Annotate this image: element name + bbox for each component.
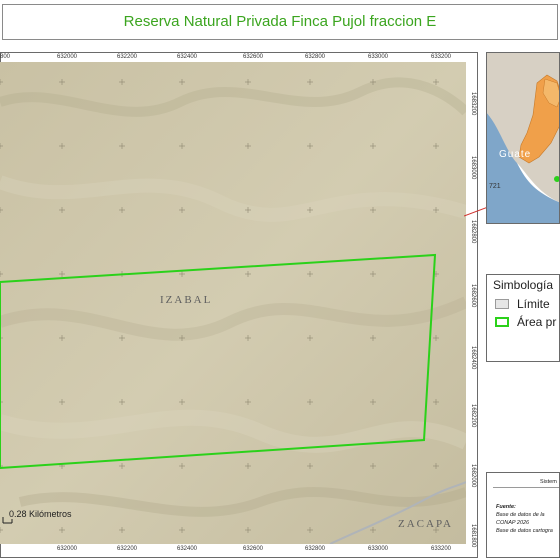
label-zacapa: ZACAPA: [398, 518, 453, 530]
y-tick-right: 1682000: [470, 464, 476, 488]
y-tick-right: 1683000: [470, 156, 476, 180]
legend-title: Simbología: [493, 278, 554, 292]
x-tick-top: 633000: [368, 54, 389, 60]
legend-item-label: Área pr: [517, 315, 557, 329]
x-tick-top: 632400: [177, 54, 198, 60]
inset-label-721: 721: [489, 183, 501, 190]
map-title: Reserva Natural Privada Finca Pujol frac…: [123, 12, 437, 30]
map-canvas[interactable]: IZABAL ZACAPA: [0, 62, 466, 544]
info-divider: [493, 487, 559, 488]
terrain-background: [0, 62, 466, 544]
y-tick-right: 1682400: [470, 346, 476, 370]
x-tick-bottom: 632400: [177, 546, 198, 552]
legend-item-area: Área pr: [495, 315, 556, 329]
x-tick-top: 633200: [431, 54, 452, 60]
info-line: Fuente:: [496, 504, 516, 510]
x-tick-bottom: 633200: [431, 546, 452, 552]
area-swatch: [495, 317, 509, 327]
x-tick-top-partial: 800: [0, 54, 11, 60]
x-tick-top: 632000: [57, 54, 78, 60]
info-line: Base de datos de la: [496, 512, 545, 518]
y-tick-right: 1683200: [470, 92, 476, 116]
inset-map[interactable]: Guate 721: [486, 52, 560, 224]
inset-graphic: [487, 53, 559, 223]
x-tick-top: 632600: [243, 54, 264, 60]
terrain-map: [0, 62, 466, 544]
y-tick-right: 1682600: [470, 284, 476, 308]
x-tick-bottom: 632000: [57, 546, 78, 552]
x-tick-bottom: 632600: [243, 546, 264, 552]
x-tick-top: 632200: [117, 54, 138, 60]
inset-label-guatemala: Guate: [499, 149, 532, 160]
info-line: CONAP 2026: [496, 520, 530, 526]
x-tick-top: 632800: [305, 54, 326, 60]
y-tick-right: 1682200: [470, 404, 476, 428]
info-box: Sistem Fuente: Base de datos de la CONAP…: [486, 472, 560, 558]
label-izabal: IZABAL: [160, 294, 213, 306]
x-tick-bottom: 632200: [117, 546, 138, 552]
inset-location-marker: [554, 176, 559, 182]
legend-item-label: Límite: [517, 297, 550, 311]
x-tick-bottom: 633000: [368, 546, 389, 552]
y-tick-right: 1681800: [470, 524, 476, 548]
y-tick-right: 1682800: [470, 220, 476, 244]
scale-label: 0.28 Kilómetros: [9, 509, 72, 519]
x-tick-bottom: 632800: [305, 546, 326, 552]
info-line: Base de datos cartogra: [496, 528, 553, 534]
legend-item-limit: Límite: [495, 297, 550, 311]
legend-box: Simbología Límite Área pr: [486, 274, 560, 362]
limit-swatch: [495, 299, 509, 309]
info-system: Sistem: [540, 479, 557, 485]
